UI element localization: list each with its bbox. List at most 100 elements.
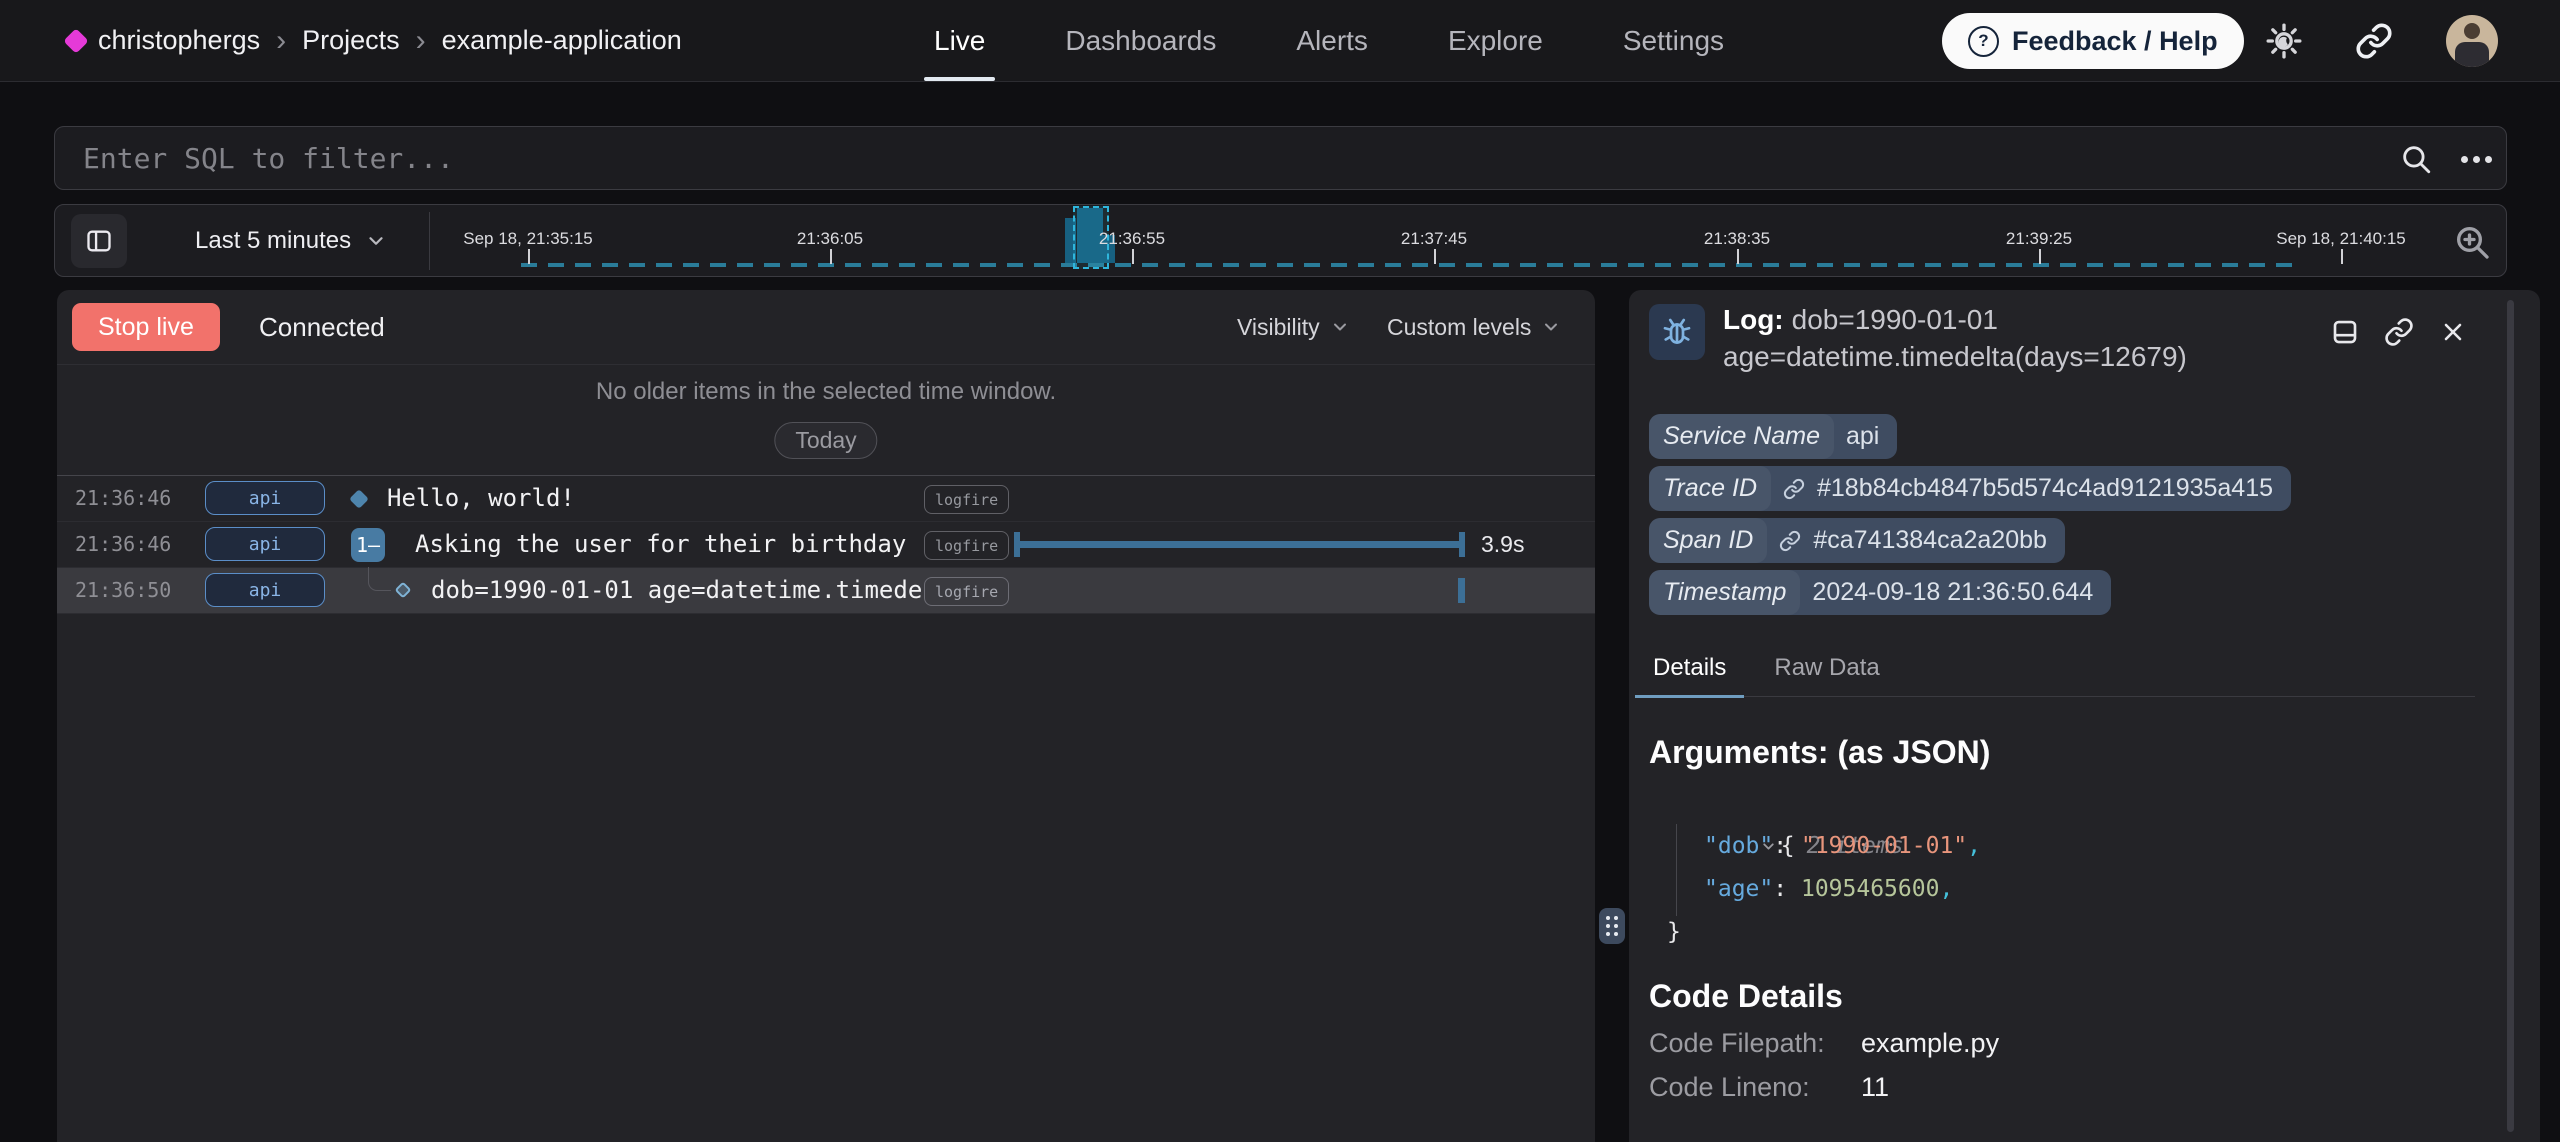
tab-live[interactable]: Live — [934, 0, 985, 81]
log-message: dob=1990-01-01 age=datetime.timede — [431, 568, 922, 613]
log-title-line1: dob=1990-01-01 — [1792, 304, 1998, 335]
log-row[interactable]: 21:36:46 api Hello, world! logfire — [57, 476, 1595, 522]
collapse-children-badge[interactable]: 1– — [351, 528, 385, 562]
code-filepath-label: Code Filepath: — [1649, 1028, 1861, 1059]
timeline-tick — [830, 249, 832, 264]
log-details-panel: Log:dob=1990-01-01 age=datetime.timedelt… — [1629, 290, 2540, 1142]
theme-toggle-icon[interactable] — [2262, 19, 2306, 63]
tab-alerts[interactable]: Alerts — [1296, 0, 1368, 81]
logfire-tag[interactable]: logfire — [924, 577, 1009, 606]
time-range-bar: Last 5 minutes Sep 18, 21:35:15 21:36:05… — [54, 204, 2507, 277]
breadcrumb-project-name[interactable]: example-application — [442, 25, 682, 56]
span-duration-label: 3.9s — [1481, 522, 1524, 567]
indent-guide — [1676, 824, 1677, 916]
code-lineno-value: 11 — [1861, 1072, 1889, 1102]
log-time: 21:36:50 — [75, 568, 171, 613]
tab-explore[interactable]: Explore — [1448, 0, 1543, 81]
open-in-panel-icon[interactable] — [2329, 316, 2361, 348]
time-range-label: Last 5 minutes — [195, 227, 351, 255]
attr-label: Service Name — [1649, 414, 1834, 459]
chevron-down-icon — [1541, 317, 1561, 337]
json-open-line: {2 items — [1649, 782, 1981, 825]
zoom-in-icon[interactable] — [2449, 219, 2495, 265]
tab-dashboards[interactable]: Dashboards — [1065, 0, 1216, 81]
attr-value: #18b84cb4847b5d574c4ad9121935a415 — [1817, 474, 2273, 503]
json-value: "1990-01-01" — [1801, 833, 1967, 859]
service-badge[interactable]: api — [205, 481, 325, 515]
close-brace: } — [1667, 919, 1681, 945]
copy-link-icon[interactable] — [2352, 19, 2396, 63]
chevron-down-icon — [1330, 317, 1350, 337]
log-time: 21:36:46 — [75, 476, 171, 521]
logo-diamond-icon[interactable] — [63, 28, 88, 53]
timeline-tick-label: 21:37:45 — [1401, 229, 1467, 249]
nav-tabs: Live Dashboards Alerts Explore Settings — [934, 0, 1724, 81]
search-icon[interactable] — [2397, 140, 2435, 178]
arguments-heading: Arguments: (as JSON) — [1649, 734, 1990, 771]
attr-label: Span ID — [1649, 518, 1767, 563]
log-title-prefix: Log: — [1723, 304, 1784, 335]
service-name-pill[interactable]: Service Name api — [1649, 414, 1897, 459]
json-value: 1095465600 — [1801, 876, 1939, 902]
custom-levels-dropdown[interactable]: Custom levels — [1387, 290, 1561, 364]
link-icon[interactable] — [2383, 316, 2415, 348]
tab-settings[interactable]: Settings — [1623, 0, 1724, 81]
more-options-icon[interactable] — [2455, 140, 2497, 178]
link-icon — [1783, 478, 1805, 500]
json-comma: , — [1967, 833, 1981, 859]
attr-value: #ca741384ca2a20bb — [1813, 526, 2047, 555]
logfire-app: christophergs › Projects › example-appli… — [0, 0, 2560, 1142]
attr-value: 2024-09-18 21:36:50.644 — [1812, 578, 2093, 607]
sql-filter-bar — [54, 126, 2507, 190]
json-viewer: {2 items "dob": "1990-01-01", "age": 109… — [1649, 782, 1981, 954]
scrollbar[interactable] — [2507, 300, 2514, 1132]
attr-label: Trace ID — [1649, 466, 1771, 511]
span-id-pill[interactable]: Span ID #ca741384ca2a20bb — [1649, 518, 2065, 563]
log-row[interactable]: 21:36:46 api 1– Asking the user for thei… — [57, 522, 1595, 568]
sql-filter-input[interactable] — [55, 127, 2383, 189]
today-button[interactable]: Today — [774, 422, 877, 459]
panel-drag-handle-icon[interactable] — [1599, 908, 1625, 944]
code-lineno-row: Code Lineno:11 — [1649, 1072, 1889, 1103]
log-message: Asking the user for their birthday — [415, 522, 906, 567]
feedback-help-label: Feedback / Help — [2012, 26, 2218, 57]
sidebar-toggle-icon[interactable] — [71, 214, 127, 268]
timestamp-pill[interactable]: Timestamp 2024-09-18 21:36:50.644 — [1649, 570, 2111, 615]
logfire-tag[interactable]: logfire — [924, 531, 1009, 560]
user-avatar[interactable] — [2446, 15, 2498, 67]
visibility-label: Visibility — [1237, 314, 1320, 341]
stop-live-button[interactable]: Stop live — [72, 303, 220, 351]
tree-connector — [368, 567, 391, 591]
attribute-pills: Service Name api Trace ID #18b84cb4847b5… — [1649, 414, 2291, 615]
live-view-panel: Stop live Connected Visibility Custom le… — [57, 290, 1595, 1142]
trace-id-pill[interactable]: Trace ID #18b84cb4847b5d574c4ad9121935a4… — [1649, 466, 2291, 511]
breadcrumb-account[interactable]: christophergs — [98, 25, 260, 56]
close-icon[interactable] — [2437, 316, 2469, 348]
visibility-dropdown[interactable]: Visibility — [1237, 290, 1350, 364]
tab-raw-data[interactable]: Raw Data — [1770, 654, 1883, 696]
feedback-help-button[interactable]: ? Feedback / Help — [1942, 13, 2244, 69]
link-icon — [1779, 530, 1801, 552]
json-close-line: } — [1649, 911, 1981, 954]
breadcrumb-separator: › — [276, 26, 286, 56]
breadcrumb-projects[interactable]: Projects — [302, 25, 400, 56]
tab-details[interactable]: Details — [1649, 654, 1730, 696]
timeline-tick-label: 21:36:05 — [797, 229, 863, 249]
empty-window-message: No older items in the selected time wind… — [57, 378, 1595, 406]
json-key: "age" — [1704, 876, 1773, 902]
timeline-tick — [1737, 249, 1739, 264]
log-message: Hello, world! — [387, 476, 575, 521]
bug-icon — [1649, 304, 1705, 360]
time-range-selector[interactable]: Last 5 minutes — [195, 205, 387, 276]
code-filepath-row: Code Filepath:example.py — [1649, 1028, 1999, 1059]
json-key: "dob" — [1704, 833, 1773, 859]
timeline-baseline — [521, 263, 2299, 267]
log-row-selected[interactable]: 21:36:50 api dob=1990-01-01 age=datetime… — [57, 568, 1595, 614]
timeline-tick — [2039, 249, 2041, 264]
timeline-tick-label: Sep 18, 21:35:15 — [463, 229, 593, 249]
service-badge[interactable]: api — [205, 573, 325, 607]
log-detail-title: Log:dob=1990-01-01 age=datetime.timedelt… — [1723, 301, 2323, 375]
service-badge[interactable]: api — [205, 527, 325, 561]
json-colon: : — [1773, 833, 1787, 859]
logfire-tag[interactable]: logfire — [924, 485, 1009, 514]
